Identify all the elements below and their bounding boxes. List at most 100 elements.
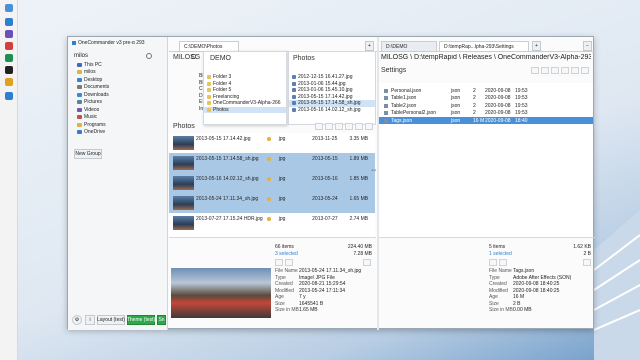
toolbar-icon[interactable] xyxy=(345,123,353,130)
info-icon[interactable]: i xyxy=(85,315,95,325)
toolbar-icon[interactable] xyxy=(581,67,589,74)
folder-item[interactable]: Photos xyxy=(204,106,286,113)
toolbar-icon[interactable] xyxy=(365,123,373,130)
property-value: 7 y xyxy=(299,294,306,300)
toolbar-icon[interactable] xyxy=(541,67,549,74)
start-icon[interactable] xyxy=(5,4,13,12)
property-key: Size xyxy=(489,300,499,307)
nav-item[interactable]: milos xyxy=(68,69,167,77)
json-file-icon xyxy=(384,103,388,108)
image-file-icon xyxy=(292,88,296,93)
table-row[interactable]: Tags.json json 16 M 2020-09-08 18:40 xyxy=(379,117,593,124)
pictures-icon xyxy=(77,100,82,105)
table-row[interactable]: 2013-05-16 14.02.12_sh.jpg jpg 2013-05-16 1… xyxy=(169,173,375,193)
json-file-icon xyxy=(384,118,388,123)
folder-icon xyxy=(207,101,211,106)
toolbar-icon[interactable] xyxy=(551,67,559,74)
settings-gear-icon[interactable]: ⚙ xyxy=(72,315,82,325)
property-row: Created 2020-08-21 15:29:54 xyxy=(275,281,345,287)
computer-label: milos xyxy=(68,51,167,60)
table-row[interactable]: 2013-07-27 17.15.24 HDR.jpg jpg 2013-07-27… xyxy=(169,213,375,233)
download-icon[interactable] xyxy=(275,259,283,266)
toolbar-icon[interactable] xyxy=(531,67,539,74)
toolbar-icon[interactable] xyxy=(561,67,569,74)
nav-item[interactable]: Videos xyxy=(68,106,167,114)
onecommander-taskbar-icon[interactable] xyxy=(5,92,13,100)
file-size: 3.35 MB xyxy=(349,136,369,142)
table-row[interactable]: 2013-05-15 17.14.42.jpg jpg 2013-11-25 3.35… xyxy=(169,133,375,153)
table-row[interactable]: Table2.json json 2 2020-09-08 19:53 xyxy=(379,102,593,109)
grid-icon[interactable] xyxy=(363,259,371,266)
file-time: 19:53 xyxy=(515,102,528,109)
file-type: jpg xyxy=(278,136,286,142)
nav-item[interactable]: Documents xyxy=(68,84,167,92)
tab-settings[interactable]: D:\tempRap...lpha-293\Settings xyxy=(439,41,529,51)
toolbar-icon[interactable] xyxy=(335,123,343,130)
toolbar-icon[interactable] xyxy=(355,123,363,130)
file-name: Tags.json xyxy=(391,117,413,124)
extra-button[interactable]: Sn xyxy=(157,315,166,325)
nav-item[interactable]: This PC xyxy=(68,61,167,69)
toolbar-icon[interactable] xyxy=(325,123,333,130)
right-pane-menu[interactable]: − xyxy=(583,41,592,51)
nav-item[interactable]: OneDrive xyxy=(68,129,167,137)
file-date: 2020-09-08 xyxy=(485,117,511,124)
crumb-drive[interactable]: C: xyxy=(191,54,198,61)
table-row[interactable]: 2013-05-15 17.14.58_sh.jpg jpg 2013-05-15 1… xyxy=(169,153,375,173)
image-preview xyxy=(171,268,271,318)
search-icon[interactable] xyxy=(146,52,152,59)
nav-item[interactable]: Music xyxy=(68,114,167,122)
nav-item[interactable]: Pictures xyxy=(68,99,167,107)
nav-item[interactable]: Desktop xyxy=(68,76,167,84)
copy-icon[interactable] xyxy=(285,259,293,266)
folder-name: Folder 4 xyxy=(213,80,232,87)
file-type: json xyxy=(451,117,461,124)
new-group-button[interactable]: New Group xyxy=(74,149,102,159)
property-row: Modified 2020-09-08 18:40:25 xyxy=(489,288,559,294)
table-row[interactable]: TablePersonal2.json json 2 2020-09-08 19:53 xyxy=(379,110,593,117)
add-tab-button[interactable]: + xyxy=(365,41,374,51)
app-icon[interactable] xyxy=(5,18,13,26)
list-title: Photos xyxy=(173,123,195,130)
left-file-pane: C:\DEMO\Photos + MILOSG C: BMBRCRDEESInt… xyxy=(169,37,377,330)
file-list: Personal.json json 2 2020-09-08 19:53 Table1.… xyxy=(379,83,593,237)
nav-item-label: Music xyxy=(84,114,98,121)
toolbar-icon[interactable] xyxy=(571,67,579,74)
file-type: jpg xyxy=(278,156,286,162)
file-count: 2 xyxy=(473,95,476,101)
photo-item[interactable]: 2013-05-16 14.02.12_sh.jpg xyxy=(289,107,375,114)
app-icon[interactable] xyxy=(5,66,13,74)
app-icon[interactable] xyxy=(5,42,13,50)
download-icon[interactable] xyxy=(489,259,497,266)
file-count: 2 xyxy=(473,87,476,94)
theme-button[interactable]: Theme (test) xyxy=(127,315,155,325)
tab-demo[interactable]: D:\DEMO xyxy=(381,41,437,51)
copy-icon[interactable] xyxy=(499,259,507,266)
cloud-icon xyxy=(77,130,82,135)
file-name: 2013-05-15 17.14.42.jpg xyxy=(196,136,251,142)
tab-photos[interactable]: C:\DEMO\Photos xyxy=(179,41,239,51)
property-key: Size in MB xyxy=(275,307,299,313)
title-bar: OneCommander v3 pre-α 293 xyxy=(68,39,167,47)
property-key: Created xyxy=(275,281,293,287)
folder-name: Freelancing xyxy=(213,93,240,100)
download-icon xyxy=(77,92,82,97)
add-tab-button[interactable]: + xyxy=(532,41,541,51)
path-bar[interactable]: MILOSG \ D:\tempRapid \ Releases \ OneCo… xyxy=(381,54,591,61)
layout-button[interactable]: Layout (test) xyxy=(97,315,125,325)
table-row[interactable]: 2013-05-24 17.11.34_sh.jpg jpg 2013-05-24 1… xyxy=(169,193,375,213)
app-icon[interactable] xyxy=(5,30,13,38)
table-row[interactable]: Table1.json json 2 2020-09-08 19:53 xyxy=(379,95,593,102)
nav-item[interactable]: Programs xyxy=(68,121,167,129)
list-toolbar xyxy=(315,123,375,131)
app-icon[interactable] xyxy=(5,54,13,62)
nav-item-label: Downloads xyxy=(84,91,109,98)
file-date: 2020-09-08 xyxy=(485,102,511,109)
nav-item[interactable]: Downloads xyxy=(68,91,167,99)
grid-icon[interactable] xyxy=(583,259,591,266)
app-icon[interactable] xyxy=(5,78,13,86)
toolbar-icon[interactable] xyxy=(315,123,323,130)
folder-icon xyxy=(207,88,211,93)
table-row[interactable]: Personal.json json 2 2020-09-08 19:53 xyxy=(379,87,593,94)
app-logo-icon xyxy=(72,41,76,45)
